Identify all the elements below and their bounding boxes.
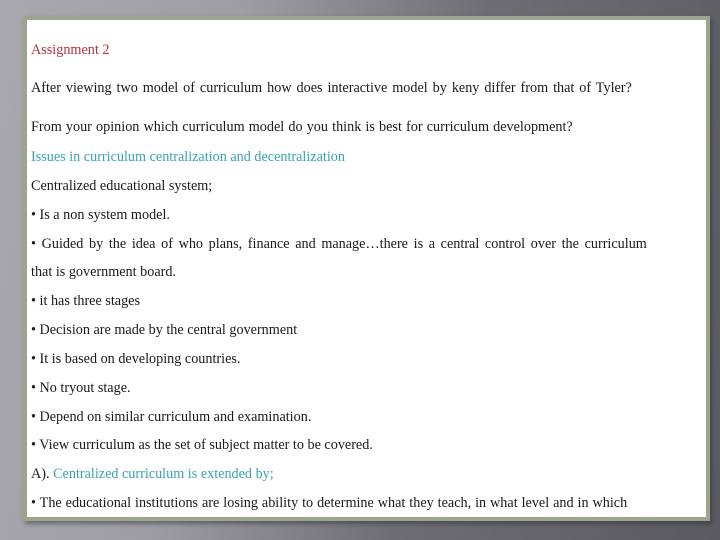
bullet-item: • it has three stages bbox=[31, 293, 140, 309]
point-a-prefix: A). bbox=[31, 466, 50, 482]
bullet-item: • It is based on developing countries. bbox=[31, 351, 241, 367]
bullet-item: • Decision are made by the central gover… bbox=[31, 322, 298, 338]
bullet-item: • View curriculum as the set of subject … bbox=[31, 437, 373, 453]
subheading: Centralized educational system; bbox=[31, 178, 213, 194]
bullet-item: • The educational institutions are losin… bbox=[31, 495, 628, 511]
slide-title: Assignment 2 bbox=[31, 42, 110, 58]
bullet-item: • Depend on similar curriculum and exami… bbox=[31, 409, 312, 425]
bullet-item: • Is a non system model. bbox=[31, 207, 170, 223]
bullet-continuation: that is government board. bbox=[31, 264, 176, 280]
question-2: From your opinion which curriculum model… bbox=[31, 119, 573, 135]
section-heading: Issues in curriculum centralization and … bbox=[31, 149, 345, 165]
bullet-item: • No tryout stage. bbox=[31, 380, 131, 396]
point-a: A). Centralized curriculum is extended b… bbox=[31, 465, 274, 483]
point-a-text: Centralized curriculum is extended by; bbox=[53, 466, 274, 482]
question-1: After viewing two model of curriculum ho… bbox=[31, 80, 632, 96]
bullet-item: • Guided by the idea of who plans, finan… bbox=[31, 236, 647, 252]
